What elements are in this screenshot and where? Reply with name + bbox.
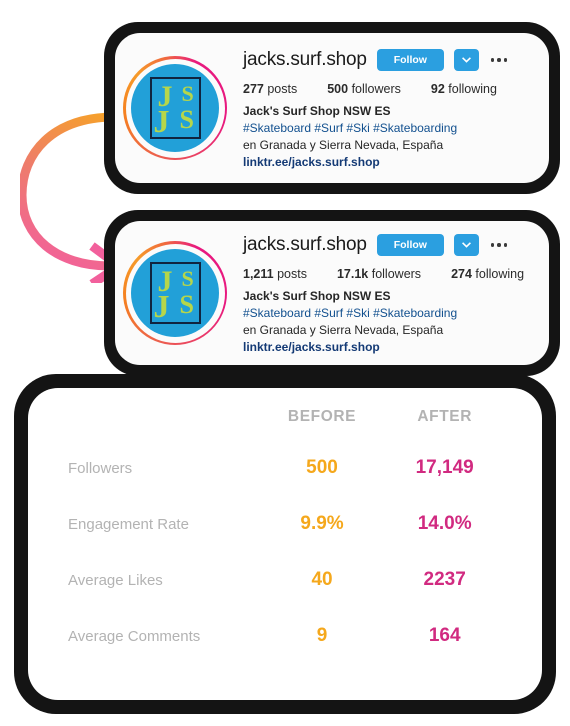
profile-card-after: J S J S jacks.surf.shop Follow 1,211 pos… xyxy=(104,210,560,376)
chevron-down-glyph xyxy=(462,242,471,248)
metric-value-after: 14.0% xyxy=(417,513,472,534)
avatar-image: J S J S xyxy=(131,64,219,152)
infographic-root: J S J S jacks.surf.shop Follow 277 posts… xyxy=(0,0,570,726)
follow-button[interactable]: Follow xyxy=(376,48,444,71)
metric-value-before: 9 xyxy=(316,625,328,646)
bio-hashtags[interactable]: #Skateboard #Surf #Ski #Skateboarding xyxy=(243,305,535,322)
bio-location: en Granada y Sierra Nevada, España xyxy=(243,138,444,152)
avatar[interactable]: J S J S xyxy=(123,241,227,345)
profile-details: jacks.surf.shop Follow 1,211 posts 17.1k… xyxy=(227,230,535,356)
bio-display-name: Jack's Surf Shop NSW ES xyxy=(243,288,391,303)
metric-value-before: 500 xyxy=(306,457,338,478)
dot xyxy=(503,58,508,62)
avatar[interactable]: J S J S xyxy=(123,56,227,160)
column-header-before: BEFORE xyxy=(287,408,357,425)
profile-card-before: J S J S jacks.surf.shop Follow 277 posts… xyxy=(104,22,560,194)
stat-followers: 500 followers xyxy=(327,81,401,96)
more-options-icon[interactable] xyxy=(489,58,510,62)
bio-link[interactable]: linktr.ee/jacks.surf.shop xyxy=(243,339,535,356)
metric-label: Average Likes xyxy=(68,571,163,589)
dot xyxy=(497,243,501,247)
comparison-header-row: BEFORE AFTER xyxy=(68,408,506,440)
comparison-card-inner: BEFORE AFTER Followers 500 17,149 Engage… xyxy=(28,388,542,700)
comparison-card: BEFORE AFTER Followers 500 17,149 Engage… xyxy=(14,374,556,714)
avatar-image: J S J S xyxy=(131,249,219,337)
metric-label: Average Comments xyxy=(68,627,201,645)
follow-button[interactable]: Follow xyxy=(376,233,444,256)
metric-value-before: 40 xyxy=(311,569,333,590)
profile-details: jacks.surf.shop Follow 277 posts 500 fol… xyxy=(227,45,535,171)
chevron-down-icon[interactable] xyxy=(453,233,479,256)
column-header-after: AFTER xyxy=(417,408,472,425)
profile-stats: 277 posts 500 followers 92 following xyxy=(243,82,535,96)
bio-link[interactable]: linktr.ee/jacks.surf.shop xyxy=(243,154,535,171)
monogram-letter: S xyxy=(179,290,194,319)
comparison-table: BEFORE AFTER Followers 500 17,149 Engage… xyxy=(68,408,506,664)
profile-bio: Jack's Surf Shop NSW ES #Skateboard #Sur… xyxy=(243,103,535,171)
table-row: Average Comments 9 164 xyxy=(68,608,506,664)
logo-monogram: J S J S xyxy=(149,262,201,324)
more-options-icon[interactable] xyxy=(489,243,510,247)
monogram-letter: S xyxy=(181,266,194,291)
stat-followers: 17.1k followers xyxy=(336,266,422,281)
metric-header-spacer xyxy=(68,408,261,440)
metric-value-before: 9.9% xyxy=(300,513,344,534)
table-row: Followers 500 17,149 xyxy=(68,440,506,496)
table-row: Engagement Rate 9.9% 14.0% xyxy=(68,496,506,552)
dot xyxy=(503,243,508,247)
monogram-letter: J xyxy=(153,103,170,139)
logo-monogram: J S J S xyxy=(149,77,201,139)
dot xyxy=(490,243,495,247)
comparison-table-body: Followers 500 17,149 Engagement Rate 9.9… xyxy=(68,440,506,664)
metric-value-after: 2237 xyxy=(423,569,466,590)
profile-username: jacks.surf.shop xyxy=(243,48,367,70)
monogram-letter: S xyxy=(179,105,194,134)
dot xyxy=(497,58,501,62)
metric-value-after: 17,149 xyxy=(415,457,474,478)
profile-header-row: jacks.surf.shop Follow xyxy=(243,45,535,75)
stat-following: 274 following xyxy=(451,266,525,281)
chevron-down-icon[interactable] xyxy=(453,48,479,71)
metric-label: Followers xyxy=(68,459,133,477)
dot xyxy=(490,58,495,62)
profile-card-inner: J S J S jacks.surf.shop Follow xyxy=(115,33,549,183)
stat-following: 92 following xyxy=(430,81,497,96)
bio-location: en Granada y Sierra Nevada, España xyxy=(243,323,444,337)
chevron-down-glyph xyxy=(462,57,471,63)
stat-posts: 1,211 posts xyxy=(243,266,307,281)
profile-bio: Jack's Surf Shop NSW ES #Skateboard #Sur… xyxy=(243,288,535,356)
bio-hashtags[interactable]: #Skateboard #Surf #Ski #Skateboarding xyxy=(243,120,535,137)
profile-username: jacks.surf.shop xyxy=(243,233,367,255)
monogram-letter: S xyxy=(181,81,194,106)
profile-card-inner: J S J S jacks.surf.shop Follow xyxy=(115,221,549,365)
metric-label: Engagement Rate xyxy=(68,515,189,533)
comparison-table-head: BEFORE AFTER xyxy=(68,408,506,440)
profile-header-row: jacks.surf.shop Follow xyxy=(243,230,535,260)
metric-value-after: 164 xyxy=(428,625,461,646)
monogram-letter: J xyxy=(153,288,170,324)
bio-display-name: Jack's Surf Shop NSW ES xyxy=(243,103,391,118)
profile-stats: 1,211 posts 17.1k followers 274 followin… xyxy=(243,267,535,281)
table-row: Average Likes 40 2237 xyxy=(68,552,506,608)
stat-posts: 277 posts xyxy=(243,81,298,96)
